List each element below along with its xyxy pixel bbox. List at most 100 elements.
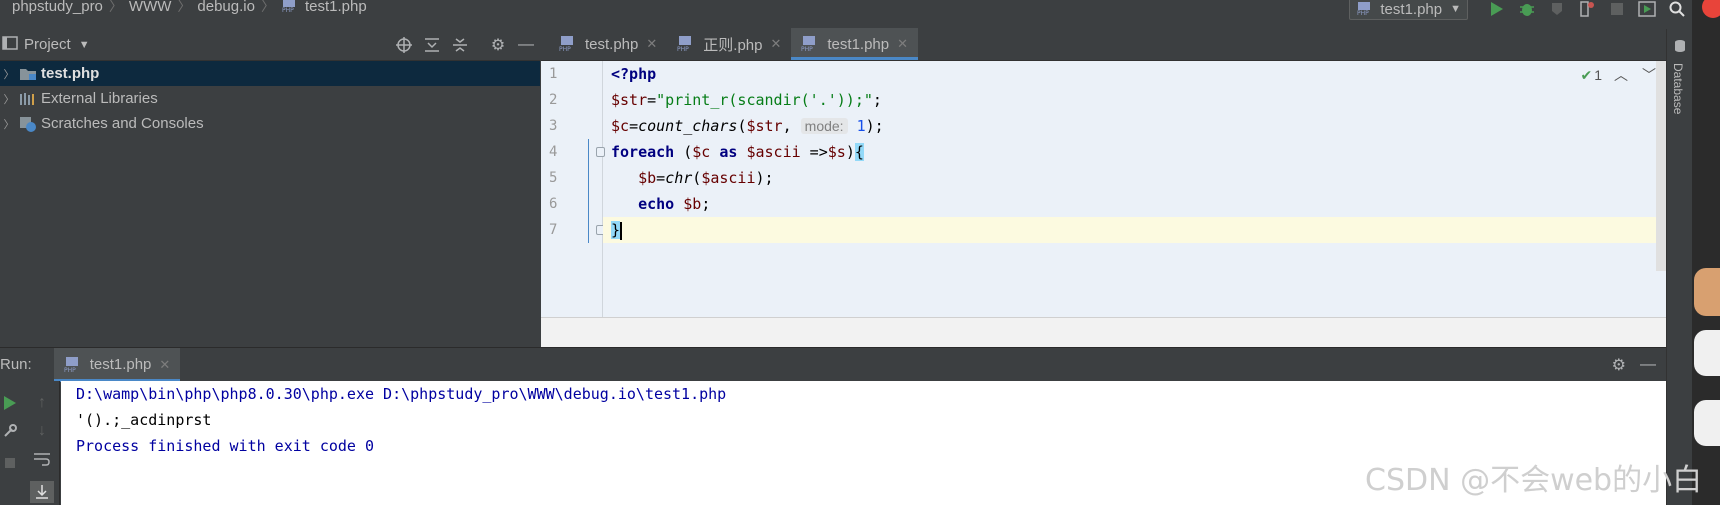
fold-marker-icon[interactable] — [596, 147, 605, 157]
soft-wrap-icon[interactable] — [32, 449, 52, 469]
tree-item-label: Scratches and Consoles — [41, 115, 204, 132]
variable: $c — [692, 143, 711, 161]
line-number: 6 — [549, 196, 558, 212]
run-panel-toolbar: ⚙ — — [1612, 348, 1656, 382]
run-panel-header: Run: PHP test1.php ✕ ⚙ — — [0, 347, 1666, 382]
tab-test-php[interactable]: PHP test.php ✕ — [549, 28, 667, 60]
variable: $c — [611, 117, 630, 135]
folder-icon — [18, 66, 38, 82]
variable: $ascii — [701, 169, 756, 187]
run-anything-icon[interactable] — [1636, 0, 1658, 19]
gear-icon[interactable]: ⚙ — [484, 31, 512, 59]
run-tab-test1-php[interactable]: PHP test1.php ✕ — [53, 347, 181, 382]
punctuation: ( — [692, 169, 702, 187]
chevron-right-icon[interactable]: 〉 — [0, 66, 18, 82]
notification-dot — [1702, 0, 1720, 18]
project-panel-header: Project ▼ ⚙ — — [0, 29, 540, 61]
php-file-icon: PHP — [282, 0, 295, 13]
svg-text:PHP: PHP — [282, 7, 294, 13]
tab-regex-php[interactable]: PHP 正则.php ✕ — [667, 28, 791, 60]
code-line: $c=count_chars($str, mode: 1); — [611, 113, 884, 139]
locate-icon[interactable] — [390, 31, 418, 59]
chevron-right-icon[interactable]: 〉 — [0, 116, 18, 132]
line-number: 2 — [549, 92, 558, 108]
hide-icon[interactable]: — — [512, 31, 540, 59]
matched-brace: } — [611, 221, 621, 239]
rerun-icon[interactable] — [0, 393, 20, 413]
scroll-to-end-icon[interactable] — [30, 481, 54, 503]
project-panel-icon — [2, 36, 18, 53]
breadcrumb-item[interactable]: phpstudy_pro — [12, 0, 103, 14]
editor-breadcrumb-bar — [541, 317, 1666, 347]
stop-icon[interactable] — [1606, 0, 1628, 19]
expand-all-icon[interactable] — [418, 31, 446, 59]
breadcrumb-item[interactable]: PHP test1.php — [281, 0, 367, 14]
scroll-down-icon[interactable]: ↓ — [32, 421, 52, 441]
text-caret — [620, 221, 623, 240]
breadcrumb-separator: 〉 — [260, 0, 275, 14]
collapse-all-icon[interactable] — [446, 31, 474, 59]
scroll-up-icon[interactable]: ↑ — [32, 393, 52, 413]
keyword: foreach — [611, 143, 675, 161]
close-icon[interactable]: ✕ — [159, 357, 170, 373]
database-tool-button[interactable]: Database — [1671, 63, 1685, 114]
chevron-down-icon[interactable]: ﹀ — [1642, 65, 1656, 85]
line-number: 4 — [549, 144, 558, 160]
matched-brace: { — [854, 143, 864, 161]
svg-text:PHP: PHP — [559, 46, 571, 52]
punctuation: ) — [845, 143, 855, 161]
chevron-right-icon[interactable]: 〉 — [0, 91, 18, 107]
variable: $b — [638, 169, 657, 187]
gear-icon[interactable]: ⚙ — [1612, 355, 1626, 375]
wrench-icon[interactable] — [0, 421, 20, 441]
punctuation: ); — [755, 169, 774, 187]
search-icon[interactable] — [1666, 0, 1688, 19]
run-configuration-selector[interactable]: PHP test1.php ▼ — [1349, 0, 1468, 20]
tree-item-test-php[interactable]: 〉 test.php — [0, 61, 540, 86]
inspection-widget[interactable]: ✔ 1 ︿ ﹀ — [1580, 65, 1656, 85]
php-open-tag: <?php — [611, 65, 657, 83]
svg-text:PHP: PHP — [1357, 10, 1369, 16]
desktop-edge — [1692, 0, 1720, 505]
profile-icon[interactable] — [1576, 0, 1598, 19]
tab-test1-php[interactable]: PHP test1.php ✕ — [791, 28, 919, 60]
code-line: <?php — [611, 61, 656, 87]
avatar — [1694, 268, 1720, 316]
breadcrumb-item[interactable]: debug.io — [197, 0, 255, 14]
database-icon[interactable] — [1674, 39, 1686, 56]
breadcrumb-label: test1.php — [304, 0, 367, 15]
library-icon — [18, 91, 38, 107]
close-icon[interactable]: ✕ — [646, 36, 657, 52]
run-icon[interactable] — [1486, 0, 1508, 19]
project-view-selector[interactable]: Project ▼ — [24, 36, 90, 53]
breadcrumb-separator: 〉 — [108, 0, 123, 14]
breadcrumb-label: phpstudy_pro — [12, 0, 103, 15]
debug-icon[interactable] — [1516, 0, 1538, 19]
string-literal: "print_r(scandir('.'));" — [656, 91, 873, 109]
editor-scrollbar[interactable] — [1656, 61, 1666, 271]
tree-item-scratches[interactable]: 〉 Scratches and Consoles — [0, 111, 540, 136]
hide-icon[interactable]: — — [1640, 356, 1656, 374]
code-text[interactable]: <?php $str="print_r(scandir('.'));"; $c=… — [611, 61, 1666, 317]
variable: $str — [611, 91, 648, 109]
check-icon: ✔ — [1580, 66, 1593, 83]
tab-label: 正则.php — [703, 36, 763, 54]
scope-indicator — [588, 139, 589, 243]
stop-icon[interactable] — [0, 453, 20, 473]
coverage-icon[interactable] — [1546, 0, 1568, 19]
operator: = — [647, 91, 657, 109]
tree-item-label: test.php — [41, 65, 100, 82]
keyword: echo — [638, 195, 675, 213]
chevron-up-icon[interactable]: ︿ — [1614, 65, 1628, 85]
ide-window: phpstudy_pro 〉 WWW 〉 debug.io 〉 PHP test… — [0, 0, 1720, 505]
close-icon[interactable]: ✕ — [770, 36, 781, 52]
code-editor[interactable]: 1 2 3 4 5 6 7 <?php $str="print_r(scandi… — [541, 61, 1666, 347]
variable: $s — [827, 143, 846, 161]
line-number: 3 — [549, 118, 558, 134]
breadcrumb-item[interactable]: WWW — [129, 0, 171, 14]
parameter-hint: mode: — [800, 118, 848, 134]
side-widget-icon — [1694, 400, 1720, 446]
operator: = — [629, 117, 639, 135]
tree-item-external-libraries[interactable]: 〉 External Libraries — [0, 86, 540, 111]
close-icon[interactable]: ✕ — [897, 36, 908, 52]
